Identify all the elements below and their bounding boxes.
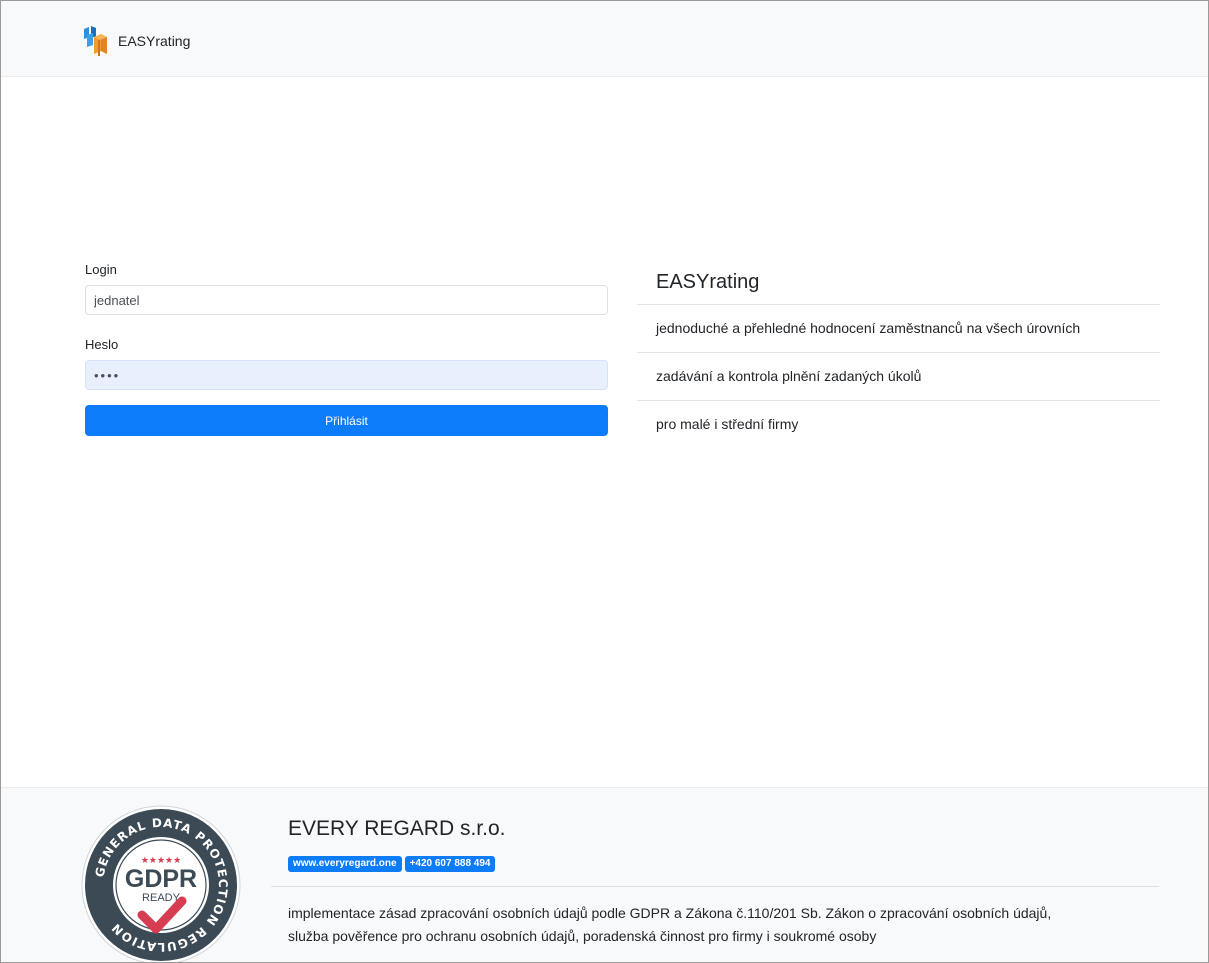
footer-description-line: implementace zásad zpracování osobních ú…	[288, 905, 1052, 921]
footer-description-line: služba pověřence pro ochranu osobních úd…	[288, 928, 877, 944]
password-input[interactable]	[85, 360, 608, 390]
features-panel: EASYrating jednoduché a přehledné hodnoc…	[637, 257, 1160, 449]
footer-divider	[271, 886, 1159, 887]
password-label: Heslo	[85, 337, 119, 352]
navbar: EASYrating	[1, 1, 1208, 77]
contact-badges: www.everyregard.one +420 607 888 494	[288, 856, 496, 872]
feature-item: zadávání a kontrola plnění zadaných úkol…	[637, 353, 1160, 401]
feature-item: jednoduché a přehledné hodnocení zaměstn…	[637, 305, 1160, 353]
website-badge[interactable]: www.everyregard.one	[288, 856, 402, 872]
seal-main-text: GDPR	[125, 865, 197, 893]
login-submit-button[interactable]: Přihlásit	[85, 405, 608, 436]
brand-name: EASYrating	[118, 33, 191, 49]
features-title: EASYrating	[656, 271, 760, 293]
brand-link[interactable]: EASYrating	[81, 25, 190, 57]
stacked-blocks-logo-icon	[84, 26, 107, 56]
browser-viewport: EASYrating Login Heslo Přihlásit EASYrat…	[0, 0, 1209, 963]
footer: GENERAL DATA PROTECTION REGULATION ★★★★★…	[1, 787, 1208, 962]
login-input[interactable]	[85, 285, 608, 315]
login-label: Login	[85, 262, 117, 277]
login-form: Login Heslo Přihlásit	[85, 262, 608, 436]
features-list: jednoduché a přehledné hodnocení zaměstn…	[637, 304, 1160, 449]
feature-item: pro malé i střední firmy	[656, 416, 799, 432]
gdpr-ready-seal-icon: GENERAL DATA PROTECTION REGULATION ★★★★★…	[81, 805, 241, 962]
phone-badge[interactable]: +420 607 888 494	[404, 856, 496, 872]
footer-description: implementace zásad zpracování osobních ú…	[288, 902, 1168, 948]
company-name: EVERY REGARD s.r.o.	[288, 817, 506, 840]
